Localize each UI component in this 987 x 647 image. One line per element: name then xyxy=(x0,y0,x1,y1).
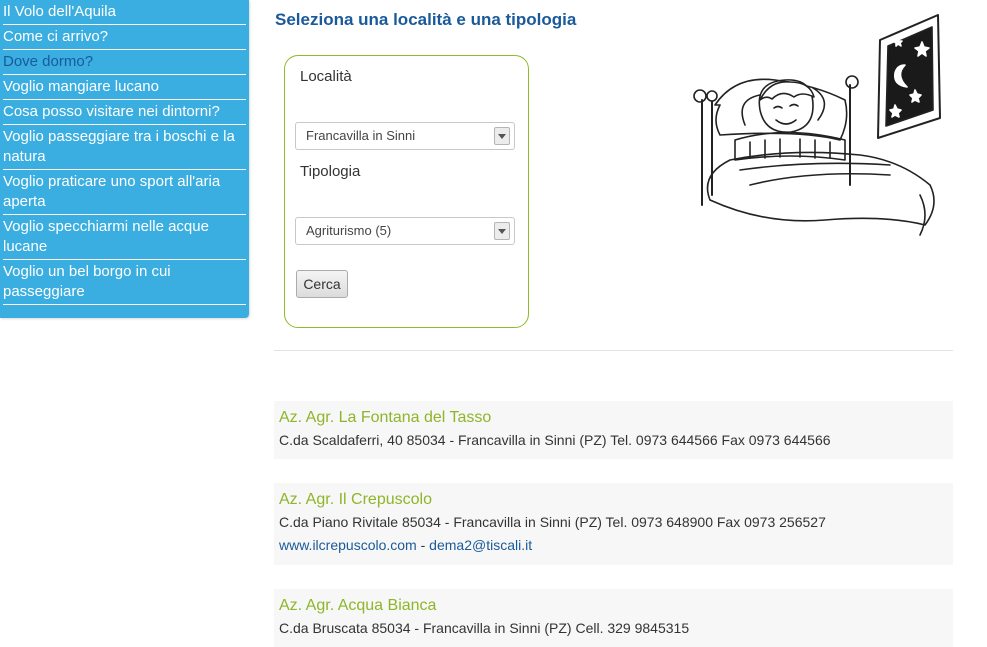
result-address: C.da Piano Rivitale 85034 - Francavilla … xyxy=(279,514,826,530)
result-item: Az. Agr. La Fontana del Tasso C.da Scald… xyxy=(274,401,953,459)
type-select[interactable]: Agriturismo (5) xyxy=(295,217,515,245)
search-button[interactable]: Cerca xyxy=(296,270,348,298)
page-title: Seleziona una località e una tipologia xyxy=(275,10,577,29)
sidebar-item-mangiare-lucano[interactable]: Voglio mangiare lucano xyxy=(3,75,246,100)
locality-select[interactable]: Francavilla in Sinni xyxy=(295,122,515,150)
link-separator: - xyxy=(420,537,426,553)
sidebar-item-label: Cosa posso visitare nei dintorni? xyxy=(3,103,220,120)
sidebar-item-dove-dormo[interactable]: Dove dormo? xyxy=(3,50,246,75)
result-address: C.da Bruscata 85034 - Francavilla in Sin… xyxy=(279,620,690,636)
search-form: Località Francavilla in Sinni Tipologia … xyxy=(284,55,529,328)
email-link[interactable]: dema2@tiscali.it xyxy=(429,537,532,553)
sidebar-item-label: Voglio specchiarmi nelle acque lucane xyxy=(3,218,209,255)
type-select-value: Agriturismo (5) xyxy=(306,223,392,238)
sidebar-nav: Il Volo dell'Aquila Come ci arrivo? Dove… xyxy=(0,0,249,318)
sidebar-item-label: Voglio passeggiare tra i boschi e la nat… xyxy=(3,128,235,165)
locality-select-value: Francavilla in Sinni xyxy=(306,128,416,143)
result-links: www.ilcrepuscolo.com - dema2@tiscali.it xyxy=(279,533,953,557)
result-address: C.da Scaldaferri, 40 85034 - Francavilla… xyxy=(279,432,831,448)
sidebar-item-label: Voglio un bel borgo in cui passeggiare xyxy=(3,263,171,300)
sidebar-item-label: Voglio praticare uno sport all'aria aper… xyxy=(3,173,221,210)
sidebar-item-boschi-natura[interactable]: Voglio passeggiare tra i boschi e la nat… xyxy=(3,125,246,170)
result-name[interactable]: Az. Agr. La Fontana del Tasso xyxy=(279,407,953,429)
locality-label: Località xyxy=(300,68,352,85)
sleeping-person-in-bed-illustration xyxy=(693,14,941,236)
sidebar-item-borgo[interactable]: Voglio un bel borgo in cui passeggiare xyxy=(3,260,246,305)
sidebar-item-il-volo-dell-aquila[interactable]: Il Volo dell'Aquila xyxy=(3,0,246,25)
sidebar-item-label: Come ci arrivo? xyxy=(3,28,109,45)
sidebar-item-acque-lucane[interactable]: Voglio specchiarmi nelle acque lucane xyxy=(3,215,246,260)
section-divider xyxy=(274,350,953,351)
sidebar-item-come-ci-arrivo[interactable]: Come ci arrivo? xyxy=(3,25,246,50)
sidebar-menu: Il Volo dell'Aquila Come ci arrivo? Dove… xyxy=(0,0,249,305)
sidebar-item-label: Il Volo dell'Aquila xyxy=(3,3,116,20)
result-name[interactable]: Az. Agr. Acqua Bianca xyxy=(279,595,953,617)
sidebar-item-label: Dove dormo? xyxy=(3,53,94,70)
chevron-down-icon xyxy=(494,127,510,145)
result-name[interactable]: Az. Agr. Il Crepuscolo xyxy=(279,489,953,511)
sidebar-item-sport-aria-aperta[interactable]: Voglio praticare uno sport all'aria aper… xyxy=(3,170,246,215)
sidebar-item-label: Voglio mangiare lucano xyxy=(3,78,159,95)
website-link[interactable]: www.ilcrepuscolo.com xyxy=(279,537,417,553)
result-item: Az. Agr. Acqua Bianca C.da Bruscata 8503… xyxy=(274,589,953,647)
type-label: Tipologia xyxy=(300,163,361,180)
sidebar-item-visitare-dintorni[interactable]: Cosa posso visitare nei dintorni? xyxy=(3,100,246,125)
chevron-down-icon xyxy=(494,222,510,240)
result-item: Az. Agr. Il Crepuscolo C.da Piano Rivita… xyxy=(274,483,953,565)
